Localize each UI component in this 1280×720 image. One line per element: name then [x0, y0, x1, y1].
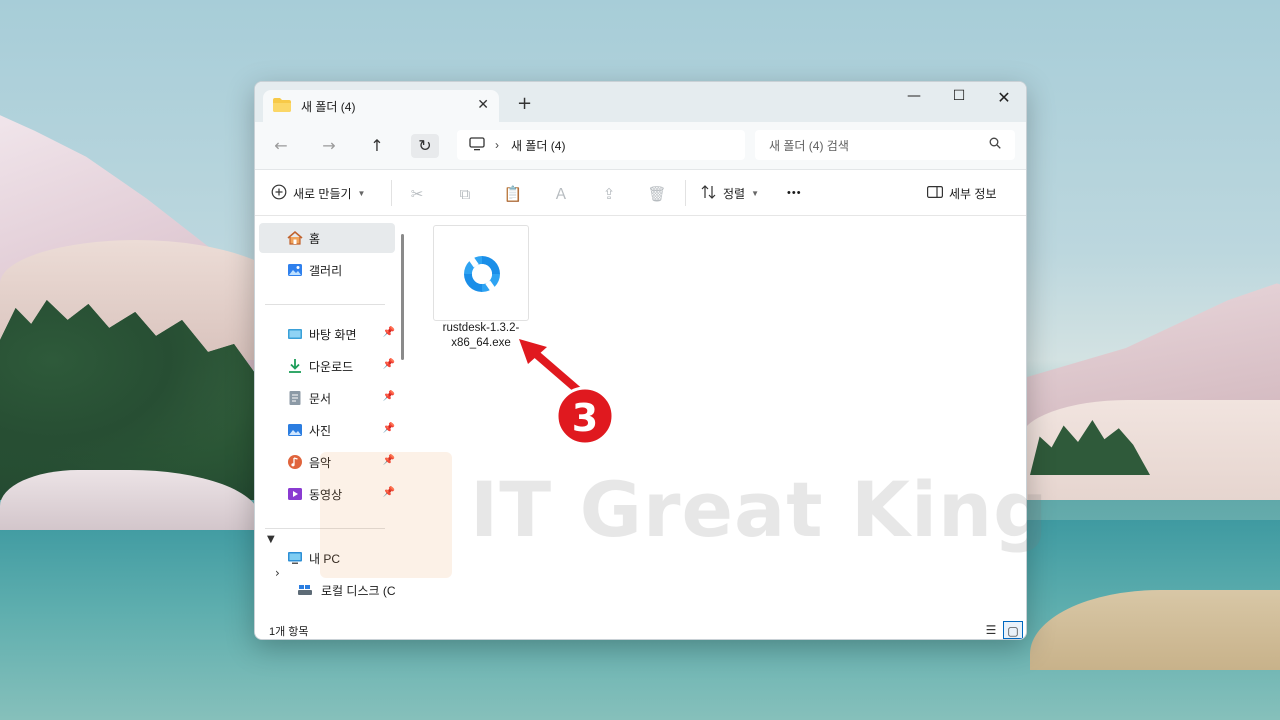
step-number: 3 [572, 396, 598, 440]
callout-arrow [514, 333, 587, 399]
callout-annotation: 3 [514, 333, 615, 446]
